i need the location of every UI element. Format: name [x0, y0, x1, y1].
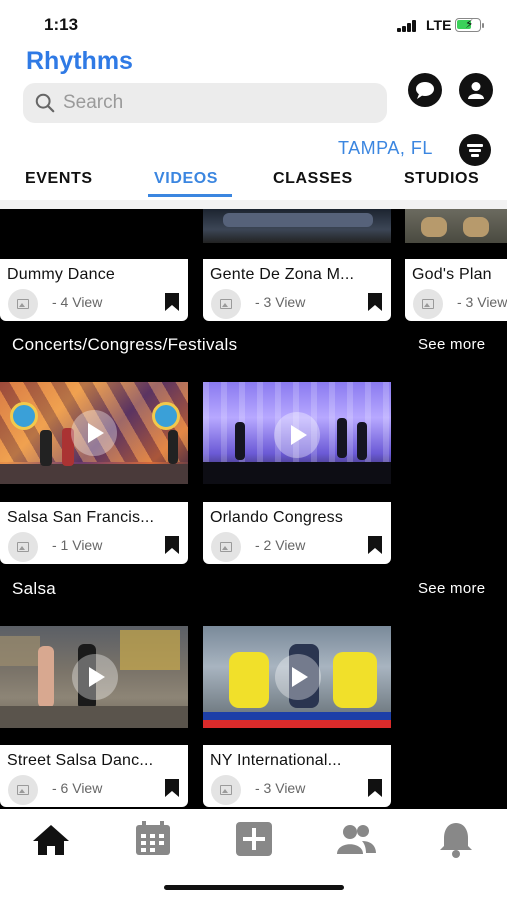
video-card[interactable]: Orlando Congress - 2 View	[203, 502, 391, 564]
uploader-avatar	[8, 775, 38, 805]
video-views: - 3 View	[255, 294, 306, 310]
bookmark-icon[interactable]	[164, 779, 180, 797]
video-views: - 4 View	[52, 294, 103, 310]
video-views: - 3 View	[457, 294, 507, 310]
video-views: - 6 View	[52, 780, 103, 796]
bookmark-icon[interactable]	[367, 293, 383, 311]
status-bar: 1:13 LTE ⚡	[0, 0, 507, 46]
uploader-avatar	[8, 532, 38, 562]
video-title: Street Salsa Danc...	[7, 752, 154, 769]
network-label: LTE	[426, 17, 452, 33]
video-card[interactable]: Dummy Dance - 4 View	[0, 259, 188, 321]
chat-icon	[416, 82, 434, 99]
tab-videos[interactable]: VIDEOS	[154, 170, 218, 188]
active-tab-indicator	[148, 194, 232, 197]
video-thumbnail[interactable]	[405, 209, 507, 243]
bookmark-icon[interactable]	[164, 536, 180, 554]
video-title: Salsa San Francis...	[7, 509, 155, 526]
chat-button[interactable]	[408, 73, 442, 107]
video-card[interactable]: God's Plan - 3 View	[405, 259, 507, 321]
status-time: 1:13	[44, 15, 79, 34]
filter-button[interactable]	[459, 134, 491, 166]
search-bar[interactable]	[23, 83, 387, 123]
video-thumbnail[interactable]	[203, 382, 391, 484]
tab-studios[interactable]: STUDIOS	[404, 170, 479, 188]
play-icon[interactable]	[275, 654, 321, 700]
section-title: Concerts/Congress/Festivals	[12, 335, 238, 354]
uploader-avatar	[8, 289, 38, 319]
section-title: Salsa	[12, 579, 57, 598]
videos-feed[interactable]: Dummy Dance - 4 View Gente De Zona M... …	[0, 209, 507, 809]
video-card[interactable]: Salsa San Francis... - 1 View	[0, 502, 188, 564]
app-title: Rhythms	[26, 47, 133, 75]
filter-icon	[467, 144, 483, 147]
search-input[interactable]	[63, 89, 373, 117]
signal-icon	[397, 20, 419, 32]
calendar-icon[interactable]	[132, 819, 174, 859]
video-thumbnail[interactable]	[0, 382, 188, 484]
location-label[interactable]: TAMPA, FL	[338, 138, 433, 159]
battery-cap	[482, 23, 484, 28]
video-views: - 3 View	[255, 780, 306, 796]
video-title: Dummy Dance	[7, 266, 116, 283]
bell-icon[interactable]	[435, 819, 477, 859]
video-views: - 1 View	[52, 537, 103, 553]
uploader-avatar	[211, 289, 241, 319]
play-icon[interactable]	[72, 654, 118, 700]
see-more-link[interactable]: See more	[418, 336, 485, 353]
video-thumbnail[interactable]	[0, 626, 188, 728]
tab-bar: EVENTS VIDEOS CLASSES STUDIOS	[0, 168, 507, 200]
tabs-divider	[0, 200, 507, 209]
home-icon[interactable]	[30, 819, 72, 859]
video-title: God's Plan	[412, 266, 492, 283]
video-card[interactable]: Street Salsa Danc... - 6 View	[0, 745, 188, 807]
video-title: NY International...	[210, 752, 342, 769]
play-icon[interactable]	[274, 412, 320, 458]
bookmark-icon[interactable]	[164, 293, 180, 311]
add-icon[interactable]	[233, 819, 275, 859]
users-icon[interactable]	[334, 819, 376, 859]
video-title: Orlando Congress	[210, 509, 344, 526]
uploader-avatar	[413, 289, 443, 319]
bookmark-icon[interactable]	[367, 779, 383, 797]
search-icon	[35, 93, 55, 113]
uploader-avatar	[211, 775, 241, 805]
battery-icon: ⚡	[455, 17, 481, 32]
home-indicator	[164, 885, 344, 890]
video-thumbnail[interactable]	[203, 209, 391, 243]
tab-classes[interactable]: CLASSES	[273, 170, 353, 188]
video-title: Gente De Zona M...	[210, 266, 355, 283]
video-card[interactable]: Gente De Zona M... - 3 View	[203, 259, 391, 321]
user-icon	[468, 82, 484, 99]
video-views: - 2 View	[255, 537, 306, 553]
see-more-link[interactable]: See more	[418, 580, 485, 597]
video-card[interactable]: NY International... - 3 View	[203, 745, 391, 807]
play-icon[interactable]	[71, 410, 117, 456]
video-thumbnail[interactable]	[203, 626, 391, 728]
profile-button[interactable]	[459, 73, 493, 107]
bookmark-icon[interactable]	[367, 536, 383, 554]
uploader-avatar	[211, 532, 241, 562]
tab-events[interactable]: EVENTS	[25, 170, 93, 188]
video-thumbnail[interactable]	[0, 209, 188, 259]
